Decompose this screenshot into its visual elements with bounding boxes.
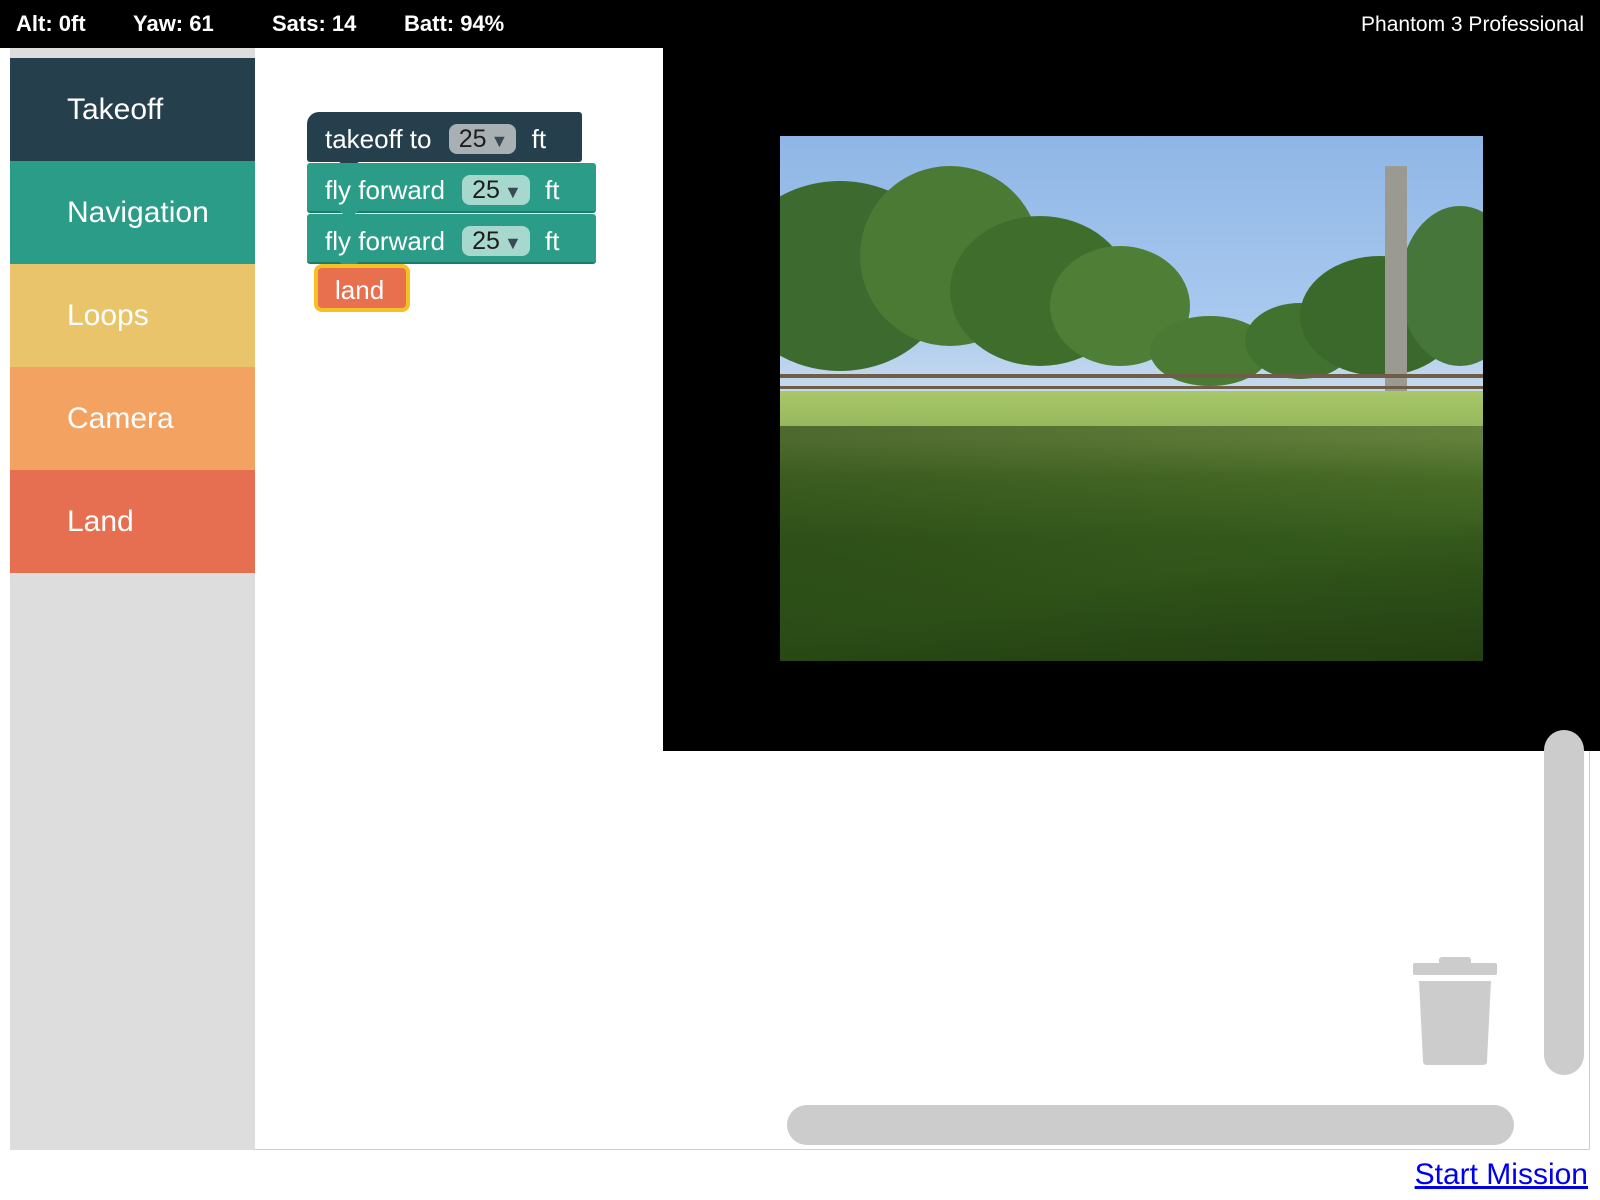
trash-icon[interactable] <box>1413 957 1497 1065</box>
toolbox-category-land[interactable]: Land <box>10 470 255 573</box>
toolbox-category-camera[interactable]: Camera <box>10 367 255 470</box>
block-label: fly forward <box>325 175 445 206</box>
block-unit: ft <box>531 124 547 155</box>
fly-distance-dropdown[interactable]: 25 ▼ <box>462 175 530 206</box>
triangle-down-icon: ▼ <box>490 131 509 152</box>
satellites-readout: Sats: 14 <box>272 11 357 36</box>
dropdown-value: 25 <box>472 227 500 256</box>
altitude-readout: Alt: 0ft <box>16 11 86 36</box>
start-mission-link[interactable]: Start Mission <box>1415 1158 1588 1192</box>
takeoff-altitude-dropdown[interactable]: 25 ▼ <box>448 124 517 155</box>
tree-line <box>780 166 1483 406</box>
triangle-down-icon: ▼ <box>503 182 522 203</box>
tree-shadow <box>780 426 1483 661</box>
battery-readout: Batt: 94% <box>404 11 505 36</box>
toolbox-category-navigation[interactable]: Navigation <box>10 161 255 264</box>
video-feed-panel <box>663 48 1600 751</box>
block-label: land <box>335 275 385 306</box>
block-unit: ft <box>545 175 560 206</box>
block-label: takeoff to <box>325 124 432 155</box>
toolbox-spacer <box>10 48 255 58</box>
dropdown-value: 25 <box>458 125 487 154</box>
block-unit: ft <box>545 226 560 257</box>
takeoff-block[interactable]: takeoff to 25 ▼ ft <box>307 112 582 170</box>
toolbox-category-takeoff[interactable]: Takeoff <box>10 58 255 161</box>
dropdown-value: 25 <box>472 176 500 205</box>
fly-distance-dropdown[interactable]: 25 ▼ <box>462 226 530 257</box>
horizontal-scrollbar[interactable] <box>787 1105 1514 1145</box>
drone-model-name: Phantom 3 Professional <box>1361 13 1584 36</box>
block-label: fly forward <box>325 226 445 257</box>
vertical-scrollbar[interactable] <box>1544 730 1584 1075</box>
triangle-down-icon: ▼ <box>503 233 522 254</box>
land-block[interactable]: land <box>314 264 410 312</box>
fly-forward-block[interactable]: fly forward 25 ▼ ft <box>307 163 596 219</box>
status-bar: Alt: 0ft Yaw: 61 Sats: 14 Batt: 94% Phan… <box>0 0 1600 48</box>
block-toolbox: Takeoff Navigation Loops Camera Land <box>10 48 255 1150</box>
camera-feed <box>780 136 1483 661</box>
fly-forward-block[interactable]: fly forward 25 ▼ ft <box>307 214 596 270</box>
yaw-readout: Yaw: 61 <box>133 11 214 36</box>
toolbox-category-loops[interactable]: Loops <box>10 264 255 367</box>
